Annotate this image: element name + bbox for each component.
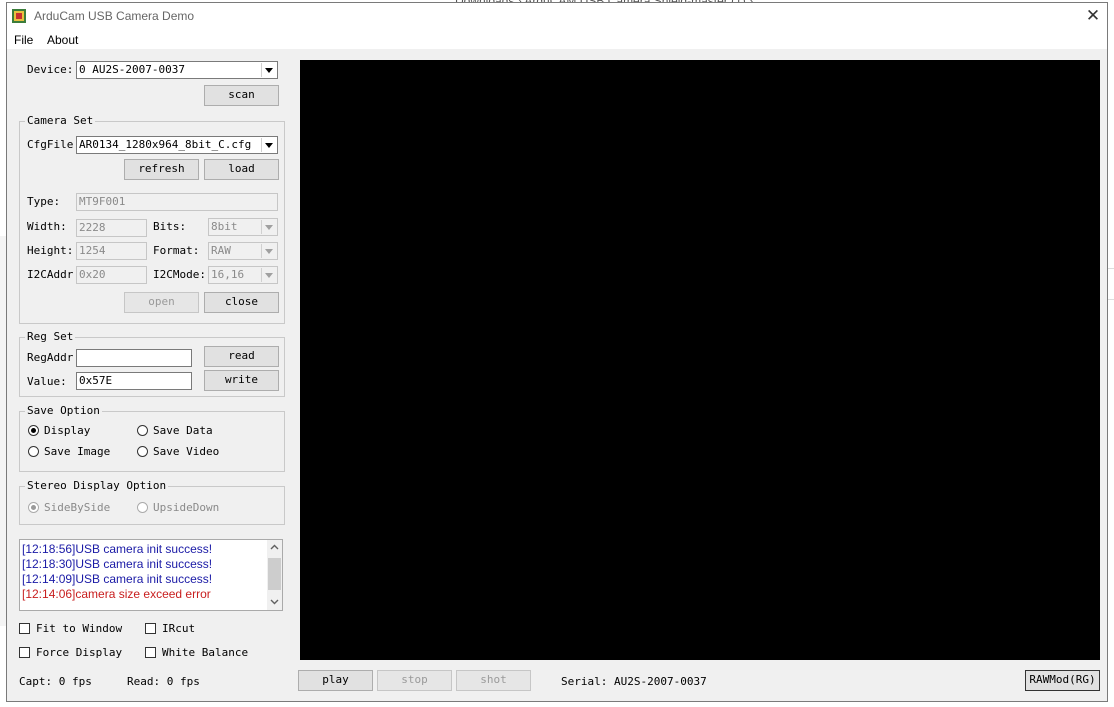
save-option-title: Save Option [25,404,102,417]
white-balance-checkbox[interactable] [145,647,156,658]
force-display-label: Force Display [36,646,123,659]
ircut-label: IRcut [162,622,196,635]
cfgfile-label: CfgFile: [27,138,80,151]
chevron-down-icon[interactable] [270,599,279,605]
save-video-label: Save Video [153,445,220,458]
display-label: Display [44,424,91,437]
menu-file[interactable]: File [14,31,33,49]
chevron-down-icon[interactable] [261,63,276,77]
refresh-button[interactable]: refresh [124,159,199,180]
save-data-label: Save Data [153,424,213,437]
open-button: open [124,292,199,313]
cfgfile-value: AR0134_1280x964_8bit_C.cfg [79,138,252,151]
menu-bar: File About [7,31,1107,49]
log-scroll-thumb[interactable] [268,558,281,590]
log-list[interactable]: [12:18:56]USB camera init success! [12:1… [19,539,283,611]
i2cmode-value: 16,16 [211,268,245,281]
log-line: [12:14:06]camera size exceed error [22,587,211,601]
cfgfile-select[interactable]: AR0134_1280x964_8bit_C.cfg [76,136,278,154]
stereo-title: Stereo Display Option [25,479,169,492]
log-line: [12:18:30]USB camera init success! [22,557,213,571]
i2caddr-field: 0x20 [76,266,147,284]
chevron-down-icon [261,268,276,282]
format-value: RAW [211,244,231,257]
side-by-side-radio [28,502,39,513]
type-field: MT9F001 [76,193,278,211]
scan-button[interactable]: scan [204,85,279,106]
read-fps: Read: 0 fps [127,675,200,688]
save-option-group [19,411,285,472]
format-label: Format: [153,244,200,257]
width-label: Width: [27,220,67,233]
upside-down-radio [137,502,148,513]
value-label: Value: [27,375,67,388]
close-icon[interactable]: ✕ [1083,6,1103,26]
i2cmode-select: 16,16 [208,266,278,284]
chevron-down-icon [261,244,276,258]
camera-set-title: Camera Set [25,114,96,127]
white-balance-label: White Balance [162,646,249,659]
log-line: [12:18:56]USB camera init success! [22,542,213,556]
bits-value: 8bit [211,220,238,233]
play-button[interactable]: play [298,670,373,691]
save-video-radio[interactable] [137,446,148,457]
capture-fps: Capt: 0 fps [19,675,92,688]
close-button[interactable]: close [204,292,279,313]
side-by-side-label: SideBySide [44,501,111,514]
camera-preview[interactable] [300,60,1100,660]
ircut-checkbox[interactable] [145,623,156,634]
bits-select: 8bit [208,218,278,236]
save-data-radio[interactable] [137,425,148,436]
log-scrollbar[interactable] [267,540,282,610]
load-button[interactable]: load [204,159,279,180]
menu-about[interactable]: About [47,31,78,49]
chevron-down-icon [261,220,276,234]
chevron-down-icon[interactable] [261,138,276,152]
save-image-radio[interactable] [28,446,39,457]
app-icon [12,9,26,23]
width-field: 2228 [76,219,147,237]
serial-label: Serial: AU2S-2007-0037 [561,675,707,688]
reg-set-title: Reg Set [25,330,76,343]
height-label: Height: [27,244,74,257]
log-line: [12:14:09]USB camera init success! [22,572,213,586]
force-display-checkbox[interactable] [19,647,30,658]
format-select: RAW [208,242,278,260]
upside-down-label: UpsideDown [153,501,220,514]
bits-label: Bits: [153,220,187,233]
chevron-up-icon[interactable] [270,544,279,550]
i2caddr-label: I2CAddr: [27,268,80,281]
title-bar[interactable]: ArduCam USB Camera Demo ✕ [7,3,1107,31]
value-input[interactable]: 0x57E [76,372,192,390]
write-button[interactable]: write [204,370,279,391]
shot-button: shot [456,670,531,691]
device-value: 0 AU2S-2007-0037 [79,63,185,76]
height-field: 1254 [76,242,147,260]
stop-button: stop [377,670,452,691]
display-radio[interactable] [28,425,39,436]
read-button[interactable]: read [204,346,279,367]
device-select[interactable]: 0 AU2S-2007-0037 [76,61,278,79]
main-window: ArduCam USB Camera Demo ✕ File About Dev… [6,2,1108,702]
background-window-edge-right [1108,268,1114,300]
window-title: ArduCam USB Camera Demo [34,9,195,23]
rawmod-button[interactable]: RAWMod(RG) [1025,670,1100,691]
type-label: Type: [27,195,61,208]
save-image-label: Save Image [44,445,111,458]
fit-to-window-label: Fit to Window [36,622,123,635]
i2cmode-label: I2CMode: [153,268,206,281]
device-label: Device: [27,63,74,76]
regaddr-label: RegAddr: [27,351,80,364]
fit-to-window-checkbox[interactable] [19,623,30,634]
regaddr-input[interactable] [76,349,192,367]
